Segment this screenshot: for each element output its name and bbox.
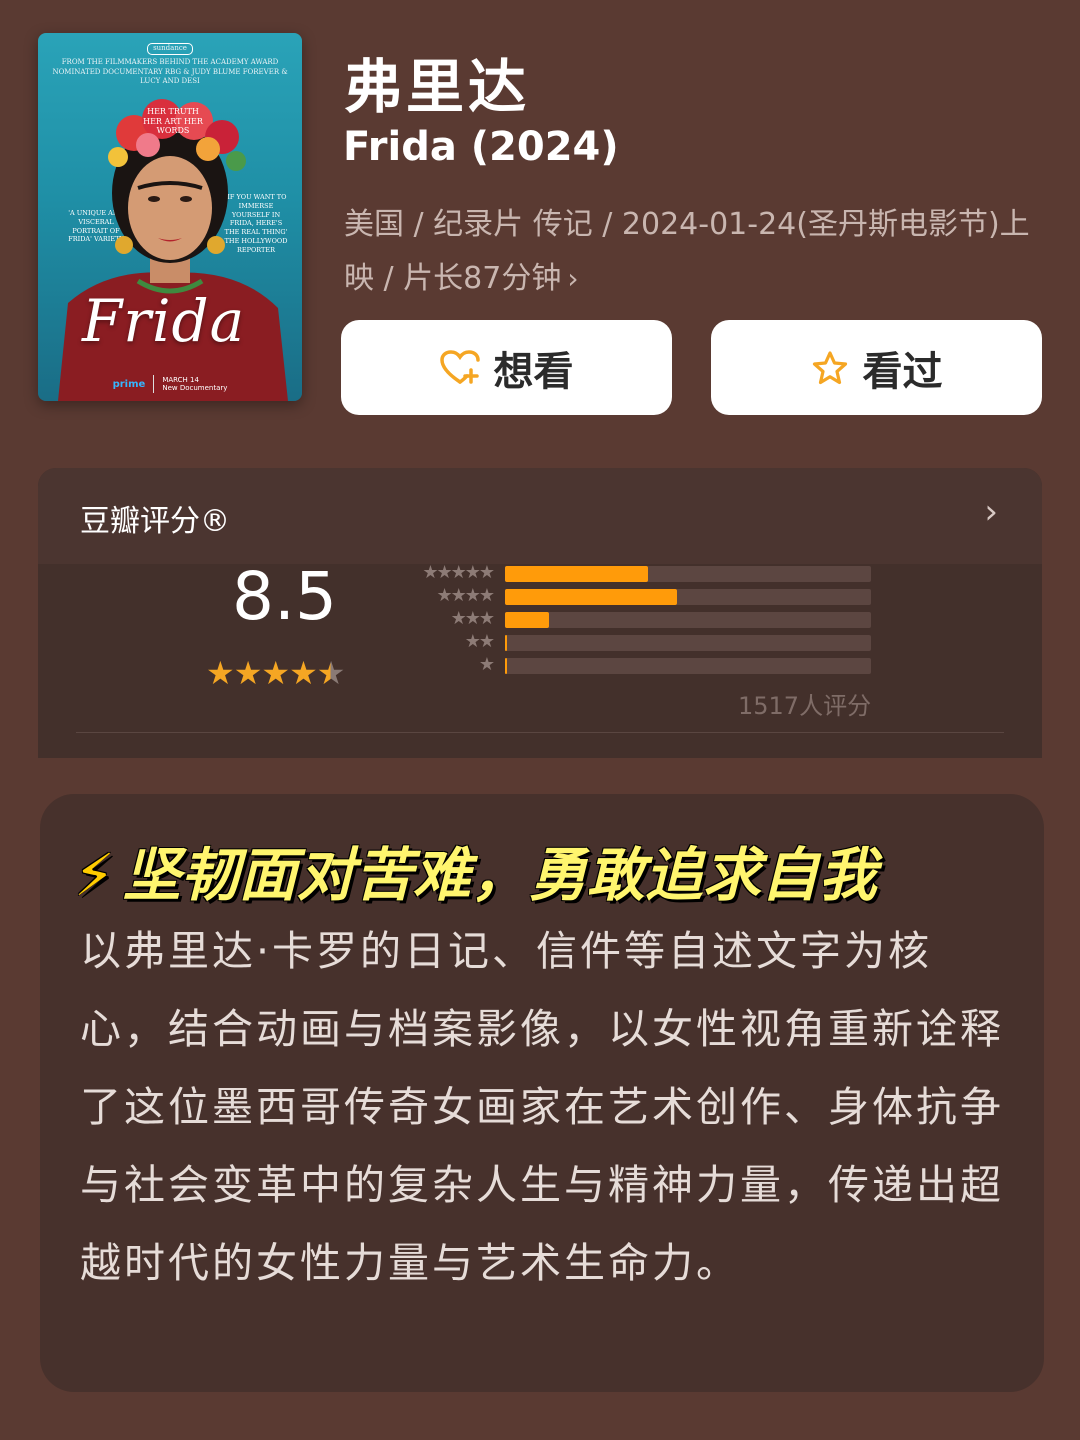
poster-title: Frida <box>82 287 246 355</box>
star-icon: ★ <box>233 654 263 692</box>
poster-release-date: MARCH 14 <box>162 375 199 384</box>
summary-body: 以弗里达·卡罗的日记、信件等自述文字为核心，结合动画与档案影像，以女性视角重新诠… <box>80 927 1004 1287</box>
summary-headline-text: 坚韧面对苦难，勇敢追求自我 <box>122 841 877 909</box>
poster-tagline: HER TRUTH HER ART HER WORDS <box>143 107 203 136</box>
poster-release: MARCH 14 New Documentary <box>162 376 227 393</box>
rating-bar-fill <box>505 658 507 674</box>
movie-meta-text: 美国 / 纪录片 传记 / 2024-01-24(圣丹斯电影节)上映 / 片长8… <box>344 207 1030 296</box>
rating-row: ★★ <box>398 633 878 651</box>
rating-row-stars: ★★★ <box>450 608 495 629</box>
prime-logo: prime <box>112 378 146 390</box>
rating-row-stars: ★★★★★ <box>422 562 495 583</box>
rating-bar-fill <box>505 589 678 605</box>
chevron-right-icon[interactable]: › <box>984 492 998 532</box>
movie-title-cn: 弗里达 <box>344 53 531 121</box>
rating-row-stars: ★★ <box>464 631 495 652</box>
poster-footer: prime MARCH 14 New Documentary <box>38 367 302 401</box>
watched-button[interactable]: 看过 <box>711 320 1042 415</box>
rating-bar-fill <box>505 635 507 651</box>
rating-row-stars: ★★★★ <box>436 585 495 606</box>
divider <box>76 732 1004 733</box>
want-to-watch-button[interactable]: 想看 <box>341 320 672 415</box>
seen-label: 看过 <box>862 348 943 395</box>
half-star-icon: ★ <box>316 654 346 692</box>
rating-bar-track <box>505 658 871 674</box>
movie-meta[interactable]: 美国 / 纪录片 传记 / 2024-01-24(圣丹斯电影节)上映 / 片长8… <box>344 198 1034 306</box>
star-outline-icon <box>812 350 847 384</box>
poster-release-sub: New Documentary <box>162 384 228 392</box>
rating-stars: ★★★★★ <box>206 654 346 692</box>
rating-bar-track <box>505 566 871 582</box>
rating-row: ★★★ <box>398 610 878 628</box>
star-icon: ★ <box>206 654 235 692</box>
poster-divider <box>153 375 155 393</box>
rating-row: ★★★★ <box>398 587 878 605</box>
rating-score: 8.5 <box>232 558 337 635</box>
want-label: 想看 <box>493 348 574 395</box>
douban-rating-card[interactable]: 豆瓣评分® › 8.5 ★★★★★ ★★★★★ ★★★★ ★★★ ★★ ★ 1517人评… <box>38 468 1042 758</box>
star-icon: ★ <box>289 654 318 692</box>
rating-row: ★★★★★ <box>398 564 878 582</box>
chevron-right-icon: › <box>567 262 579 295</box>
rating-votes: 1517人评分 <box>738 692 872 720</box>
movie-title-en: Frida (2024) <box>343 124 619 170</box>
summary-card: ⚡ 坚韧面对苦难，勇敢追求自我 以弗里达·卡罗的日记、信件等自述文字为核心，结合动… <box>40 794 1044 1392</box>
rating-row-stars: ★ <box>478 654 495 675</box>
star-icon: ★ <box>261 654 290 692</box>
rating-bar-track <box>505 635 871 651</box>
lightning-icon: ⚡ <box>74 841 115 909</box>
summary-headline: ⚡ 坚韧面对苦难，勇敢追求自我 <box>74 828 877 912</box>
rating-bar-track <box>505 589 871 605</box>
rating-label: 豆瓣评分® <box>80 504 230 539</box>
rating-bar-track <box>505 612 871 628</box>
rating-bar-fill <box>505 566 648 582</box>
rating-bar-fill <box>505 612 549 628</box>
heart-plus-icon <box>439 349 480 384</box>
rating-row: ★ <box>398 656 878 674</box>
movie-poster[interactable]: sundance FROM THE FILMMAKERS BEHIND THE … <box>38 33 302 401</box>
